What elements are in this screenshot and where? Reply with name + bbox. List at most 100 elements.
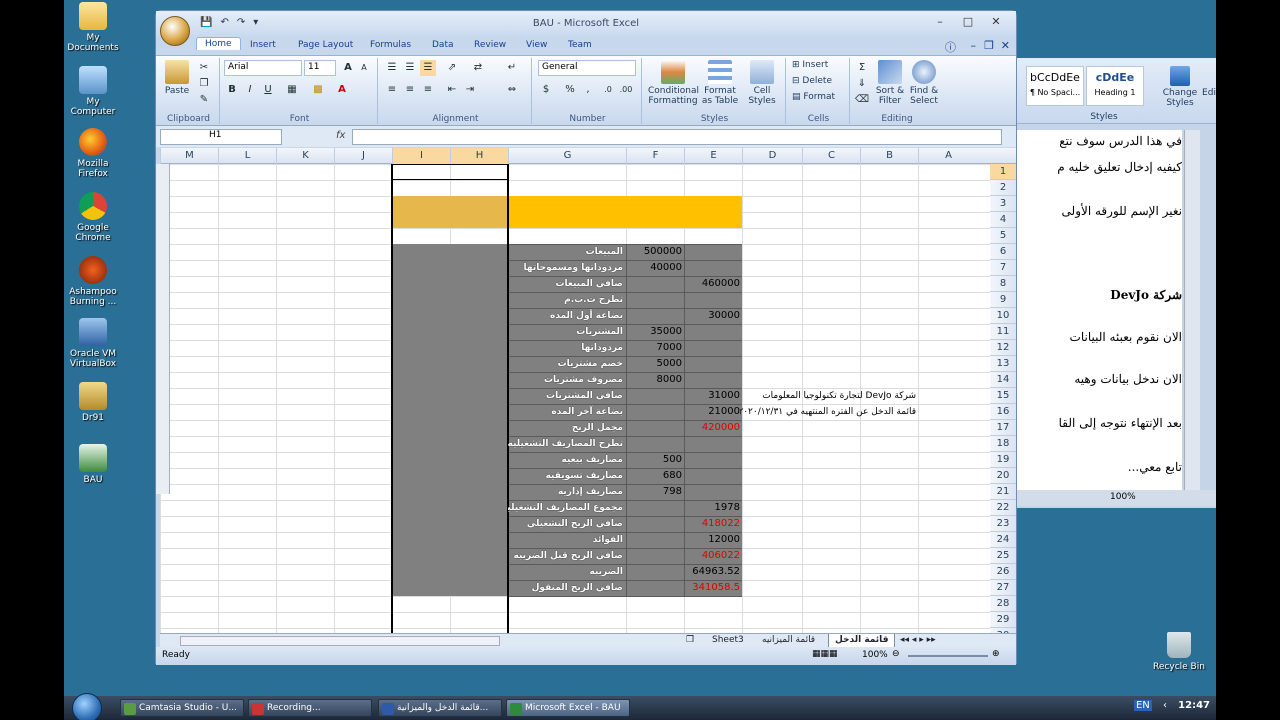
sheet-tab-income-statement[interactable]: قائمة الدخل — [828, 634, 896, 648]
workbook-minimize-icon[interactable]: – — [971, 39, 977, 52]
column-header[interactable]: M — [160, 148, 218, 164]
virtualbox-icon[interactable]: Oracle VM VirtualBox — [64, 318, 122, 369]
bau-excel-file-icon[interactable]: BAU — [64, 444, 122, 485]
bold-icon[interactable]: B — [224, 82, 240, 98]
tab-formulas[interactable]: Formulas — [362, 39, 419, 51]
statement-value-e[interactable] — [684, 372, 742, 388]
column-header[interactable]: B — [860, 148, 918, 164]
taskbar-item-excel[interactable]: Microsoft Excel - BAU — [506, 699, 630, 717]
find-select-button[interactable]: Find & Select — [908, 60, 940, 106]
name-box[interactable]: H1 — [160, 129, 282, 145]
row-header[interactable]: 22 — [990, 500, 1016, 516]
workbook-close-icon[interactable]: ✕ — [1001, 39, 1010, 52]
row-header[interactable]: 28 — [990, 596, 1016, 612]
statement-label[interactable]: مصروف مشتريات — [508, 372, 626, 388]
word-style-heading-1[interactable]: cDdEe Heading 1 — [1086, 66, 1144, 106]
grow-font-icon[interactable]: A — [340, 60, 356, 76]
taskbar-item-recording[interactable]: Recording... — [248, 699, 372, 717]
statement-value-f[interactable] — [626, 436, 684, 452]
excel-window[interactable]: 💾 ↶ ↷ ▾ BAU - Microsoft Excel – □ ✕ Home Inse… — [155, 10, 1017, 665]
statement-value-e[interactable]: 64963.52 — [684, 564, 742, 580]
statement-value-f[interactable]: 40000 — [626, 260, 684, 276]
word-window[interactable]: bCcDdEe ¶ No Spaci... cDdEe Heading 1 Chan… — [1014, 58, 1216, 508]
statement-label[interactable]: مردوداتها ومسموحاتها — [508, 260, 626, 276]
decrease-decimal-icon[interactable]: .00 — [618, 82, 634, 98]
format-cells-button[interactable]: ▤ Format — [792, 92, 835, 102]
formula-input[interactable] — [352, 129, 1002, 145]
italic-icon[interactable]: I — [242, 82, 258, 98]
row-header[interactable]: 4 — [990, 212, 1016, 228]
row-header[interactable]: 14 — [990, 372, 1016, 388]
insert-cells-button[interactable]: ⊞ Insert — [792, 60, 828, 70]
merge-center-icon[interactable]: ⇔ — [504, 82, 520, 98]
statement-value-e[interactable]: 418022 — [684, 516, 742, 532]
statement-value-e[interactable]: 21000 — [684, 404, 742, 420]
statement-value-f[interactable]: 7000 — [626, 340, 684, 356]
recycle-bin-icon[interactable]: Recycle Bin — [1144, 632, 1214, 672]
row-header[interactable]: 18 — [990, 436, 1016, 452]
sheet-tab-balance[interactable]: قائمة الميزانيه — [756, 634, 821, 648]
row-header[interactable]: 2 — [990, 180, 1016, 196]
statement-value-e[interactable] — [684, 452, 742, 468]
statement-value-f[interactable] — [626, 516, 684, 532]
statement-value-e[interactable]: 406022 — [684, 548, 742, 564]
clock[interactable]: 12:47 — [1178, 700, 1210, 711]
statement-value-f[interactable]: 500000 — [626, 244, 684, 260]
language-indicator[interactable]: EN — [1133, 700, 1152, 711]
row-header[interactable]: 6 — [990, 244, 1016, 260]
row-header[interactable]: 24 — [990, 532, 1016, 548]
sheet-tab-sheet3[interactable]: Sheet3 — [706, 634, 750, 648]
format-painter-icon[interactable]: ✎ — [196, 92, 212, 108]
dr91-icon[interactable]: Dr91 — [64, 382, 122, 423]
statement-label[interactable]: مجموع المصاريف التشغيليه — [508, 500, 626, 516]
word-vertical-scrollbar[interactable] — [1184, 130, 1200, 490]
tab-insert[interactable]: Insert — [242, 39, 284, 51]
statement-label[interactable]: الفوائد — [508, 532, 626, 548]
statement-label[interactable]: صافي المشتريات — [508, 388, 626, 404]
copy-icon[interactable]: ❐ — [196, 76, 212, 92]
statement-value-e[interactable] — [684, 468, 742, 484]
column-header[interactable]: L — [218, 148, 276, 164]
row-header[interactable]: 8 — [990, 276, 1016, 292]
zoom-in-icon[interactable]: ⊕ — [992, 649, 1000, 659]
statement-label[interactable]: بضاعة أول المده — [508, 308, 626, 324]
fill-icon[interactable]: ⇓ — [854, 76, 870, 92]
cut-icon[interactable]: ✂ — [196, 60, 212, 76]
statement-value-f[interactable] — [626, 308, 684, 324]
word-document[interactable]: في هذا الدرس سوف نتع كيفيه إدخال تعليق خ… — [1014, 130, 1182, 490]
title-bar[interactable]: 💾 ↶ ↷ ▾ BAU - Microsoft Excel – □ ✕ — [156, 11, 1016, 37]
delete-cells-button[interactable]: ⊟ Delete — [792, 76, 832, 86]
column-header[interactable]: F — [626, 148, 684, 164]
statement-label[interactable]: مصاريف إداريه — [508, 484, 626, 500]
statement-label[interactable]: الضريبه — [508, 564, 626, 580]
statement-value-e[interactable] — [684, 244, 742, 260]
align-bottom-icon[interactable]: ☰ — [420, 60, 436, 76]
font-size-select[interactable]: 11 — [304, 60, 336, 76]
statement-value-e[interactable]: 420000 — [684, 420, 742, 436]
chrome-icon[interactable]: Google Chrome — [64, 192, 122, 243]
paste-button[interactable]: Paste — [162, 60, 192, 96]
sheet-note[interactable]: شركة DevJo لتجارة تكنولوجيا المعلومات — [740, 388, 916, 404]
row-header[interactable]: 7 — [990, 260, 1016, 276]
statement-label[interactable]: خصم مشتريات — [508, 356, 626, 372]
statement-value-e[interactable]: 12000 — [684, 532, 742, 548]
statement-label[interactable]: صافي الربح قبل الضريبه — [508, 548, 626, 564]
ashampoo-icon[interactable]: Ashampoo Burning ... — [64, 256, 122, 307]
statement-value-f[interactable] — [626, 420, 684, 436]
statement-value-e[interactable]: 1978 — [684, 500, 742, 516]
statement-value-e[interactable]: 341058.5 — [684, 580, 742, 596]
maximize-button[interactable]: □ — [954, 15, 982, 28]
column-header[interactable]: I — [392, 148, 450, 164]
my-documents-icon[interactable]: My Documents — [64, 2, 122, 53]
firefox-icon[interactable]: Mozilla Firefox — [64, 128, 122, 179]
cell-styles-button[interactable]: Cell Styles — [742, 60, 782, 106]
row-header[interactable]: 15 — [990, 388, 1016, 404]
zoom-slider[interactable] — [908, 655, 988, 657]
clear-icon[interactable]: ⌫ — [854, 92, 870, 108]
autosum-icon[interactable]: Σ — [854, 60, 870, 76]
statement-value-f[interactable]: 500 — [626, 452, 684, 468]
start-button[interactable] — [72, 693, 102, 720]
statement-value-e[interactable]: 460000 — [684, 276, 742, 292]
statement-label[interactable]: تطرح ت.ب.م — [508, 292, 626, 308]
statement-label[interactable]: صافي الربح التشغيلي — [508, 516, 626, 532]
